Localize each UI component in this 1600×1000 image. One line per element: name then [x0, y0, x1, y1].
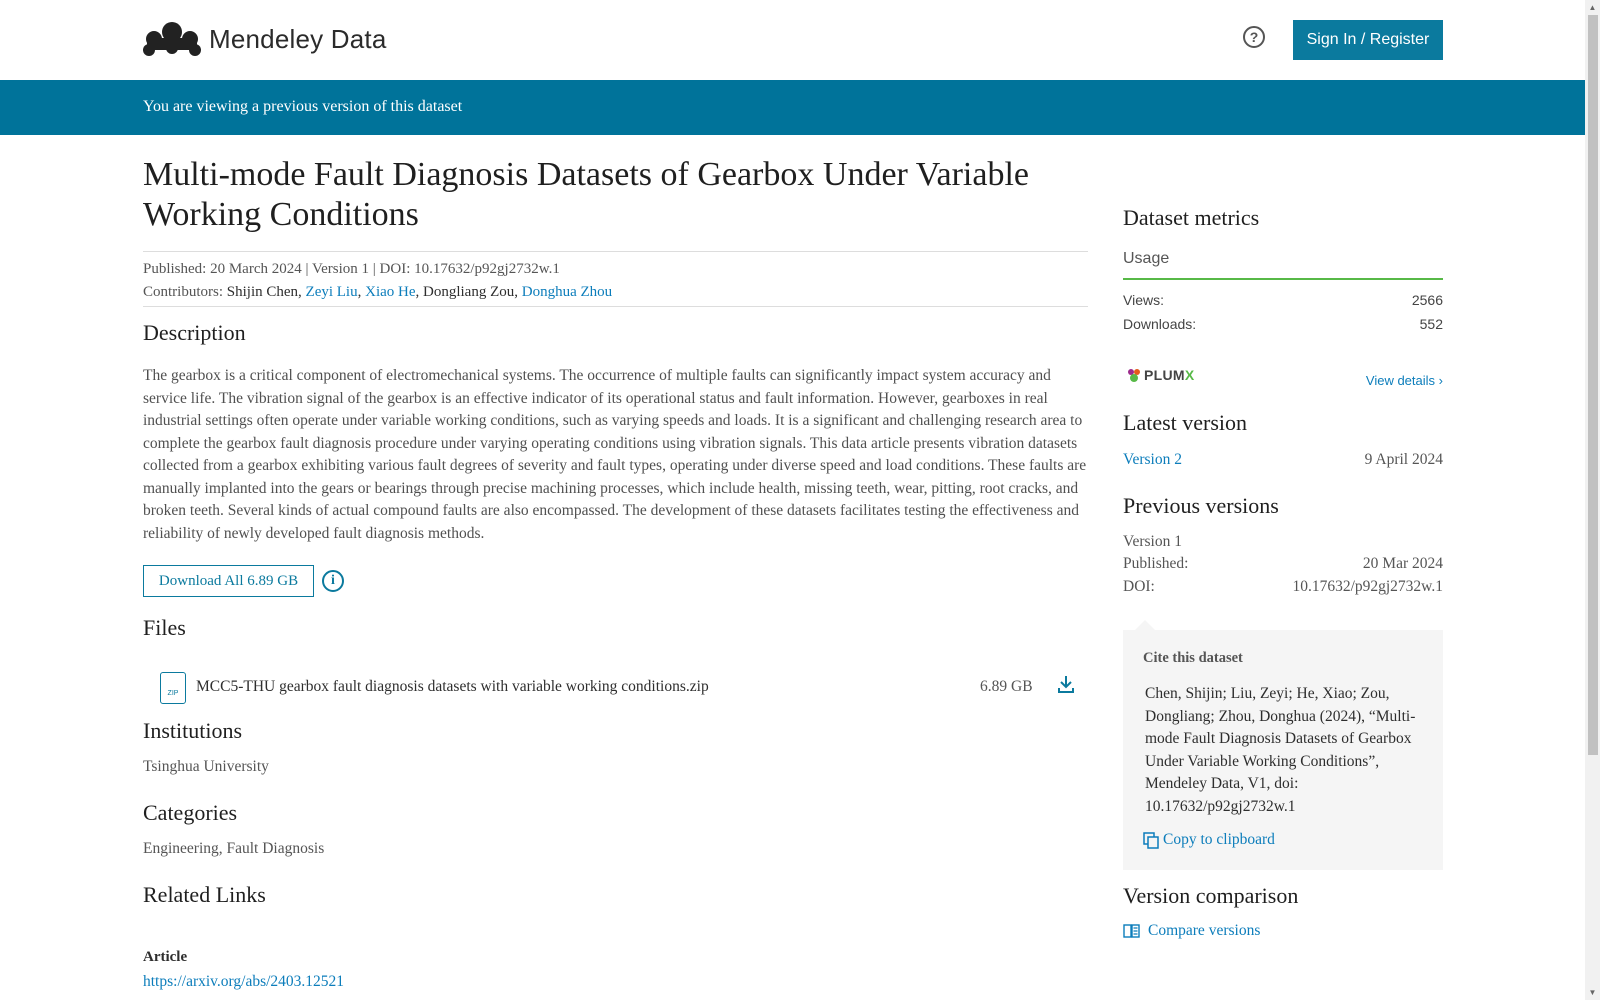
- vertical-scrollbar[interactable]: ▲ ▼: [1585, 0, 1600, 1000]
- institution-name: Tsinghua University: [143, 758, 269, 775]
- plumx-prefix: PLUM: [1144, 367, 1185, 383]
- main-content: Multi-mode Fault Diagnosis Datasets of G…: [143, 155, 1088, 990]
- plumx-logo: PLUM X: [1126, 367, 1195, 383]
- zip-file-icon: ZIP: [160, 672, 186, 704]
- cite-box-notch: [1135, 620, 1155, 630]
- dataset-title: Multi-mode Fault Diagnosis Datasets of G…: [143, 156, 1030, 233]
- view-details-label: View details: [1365, 373, 1436, 388]
- download-icon[interactable]: [1057, 674, 1075, 694]
- cite-heading: Cite this dataset: [1143, 650, 1243, 666]
- file-row[interactable]: ZIP MCC5-THU gearbox fault diagnosis dat…: [160, 672, 1075, 704]
- dataset-metrics-heading: Dataset metrics: [1123, 205, 1260, 230]
- cite-dataset-box: Cite this dataset Chen, Shijin; Liu, Zey…: [1123, 620, 1443, 870]
- latest-version-date: 9 April 2024: [1364, 451, 1443, 468]
- contributor: Dongliang Zou: [423, 284, 515, 300]
- downloads-value: 552: [1419, 316, 1443, 332]
- categories-heading: Categories: [143, 800, 238, 825]
- scroll-down-arrow-icon[interactable]: ▼: [1585, 985, 1600, 1000]
- views-row: Views: 2566: [1123, 292, 1443, 308]
- usage-label: Usage: [1123, 250, 1170, 267]
- compare-versions-link[interactable]: Compare versions: [1123, 922, 1260, 940]
- description-heading: Description: [143, 320, 246, 345]
- description-text: The gearbox is a critical component of e…: [143, 367, 1087, 542]
- contributors-line: Contributors: Shijin Chen, Zeyi Liu, Xia…: [143, 284, 613, 300]
- copy-label: Copy to clipboard: [1163, 831, 1275, 848]
- prev-version-label-row: Version 1: [1123, 533, 1443, 551]
- prev-doi-label: DOI:: [1123, 578, 1155, 595]
- article-link[interactable]: https://arxiv.org/abs/2403.12521: [143, 973, 344, 991]
- mendeley-data-logo[interactable]: Mendeley Data: [143, 22, 386, 56]
- downloads-label: Downloads:: [1123, 316, 1197, 332]
- contributors-label: Contributors:: [143, 284, 224, 300]
- info-icon[interactable]: i: [322, 570, 344, 592]
- chevron-right-icon: ›: [1438, 373, 1443, 388]
- sign-in-register-button[interactable]: Sign In / Register: [1293, 20, 1443, 60]
- mendeley-logo-icon: [143, 22, 201, 56]
- files-heading: Files: [143, 615, 186, 640]
- file-size: 6.89 GB: [980, 678, 1033, 695]
- dataset-meta: Published: 20 March 2024 | Version 1 | D…: [143, 251, 1088, 307]
- latest-version-row: Version 2 9 April 2024: [1123, 451, 1443, 469]
- question-circle-icon[interactable]: ?: [1243, 26, 1265, 48]
- usage-tab[interactable]: Usage: [1123, 250, 1443, 280]
- previous-version-banner: You are viewing a previous version of th…: [0, 80, 1585, 135]
- latest-version-link[interactable]: Version 2: [1123, 451, 1182, 469]
- prev-doi-row: DOI: 10.17632/p92gj2732w.1: [1123, 578, 1443, 596]
- prev-published-label: Published:: [1123, 555, 1189, 572]
- institutions-heading: Institutions: [143, 718, 243, 743]
- compare-icon: [1123, 923, 1140, 938]
- scroll-up-arrow-icon[interactable]: ▲: [1585, 0, 1600, 15]
- prev-published-row: Published: 20 Mar 2024: [1123, 555, 1443, 573]
- article-label: Article: [143, 949, 188, 965]
- downloads-row: Downloads: 552: [1123, 316, 1443, 332]
- file-name[interactable]: MCC5-THU gearbox fault diagnosis dataset…: [196, 678, 709, 696]
- published-line: Published: 20 March 2024 | Version 1 | D…: [143, 261, 560, 277]
- related-links-heading: Related Links: [143, 882, 266, 907]
- version-comparison-heading: Version comparison: [1123, 883, 1299, 908]
- view-details-link[interactable]: View details ›: [1366, 373, 1443, 388]
- plumx-icon: [1128, 369, 1140, 382]
- prev-doi-value: 10.17632/p92gj2732w.1: [1292, 578, 1443, 595]
- copy-to-clipboard-button[interactable]: Copy to clipboard: [1143, 831, 1275, 849]
- contributor: Shijin Chen: [226, 284, 299, 300]
- contributor-link[interactable]: Donghua Zhou: [522, 284, 612, 300]
- compare-label: Compare versions: [1148, 922, 1261, 939]
- prev-published-value: 20 Mar 2024: [1362, 555, 1443, 572]
- prev-version-label: Version 1: [1123, 533, 1182, 550]
- categories-list: Engineering, Fault Diagnosis: [143, 840, 325, 857]
- views-label: Views:: [1123, 292, 1164, 308]
- previous-versions-heading: Previous versions: [1123, 493, 1279, 518]
- latest-version-heading: Latest version: [1123, 410, 1248, 435]
- banner-text: You are viewing a previous version of th…: [143, 98, 463, 115]
- citation-text: Chen, Shijin; Liu, Zeyi; He, Xiao; Zou, …: [1145, 685, 1416, 815]
- logo-text: Mendeley Data: [209, 23, 387, 54]
- scroll-thumb[interactable]: [1588, 15, 1598, 755]
- top-navigation-bar: Mendeley Data ? Sign In / Register: [0, 0, 1585, 80]
- contributor-link[interactable]: Xiao He: [365, 284, 415, 300]
- plumx-suffix: X: [1184, 367, 1195, 383]
- views-value: 2566: [1411, 292, 1443, 308]
- download-all-button[interactable]: Download All 6.89 GB: [143, 565, 314, 597]
- copy-icon: [1143, 831, 1159, 849]
- contributor-link[interactable]: Zeyi Liu: [306, 284, 358, 300]
